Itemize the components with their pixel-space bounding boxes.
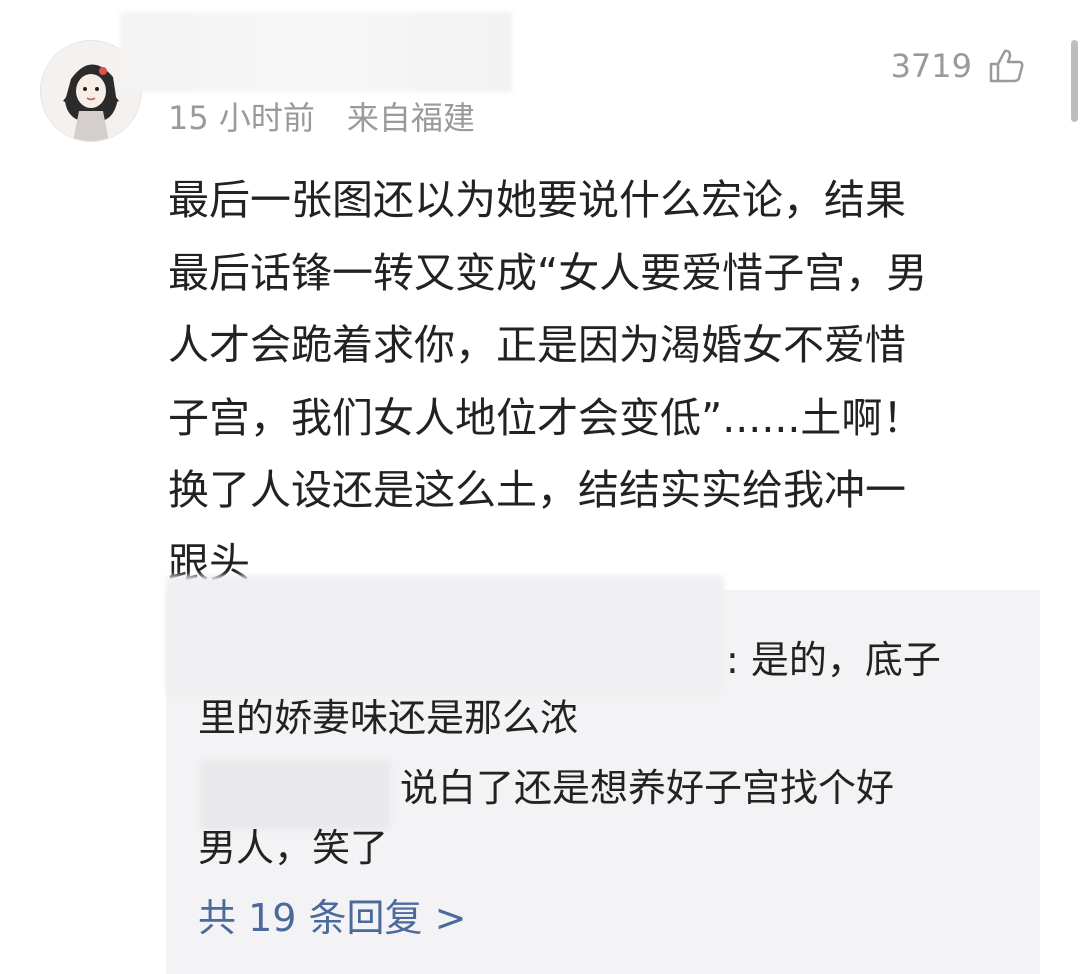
scrollbar[interactable] — [1071, 40, 1078, 122]
location: 来自福建 — [346, 99, 475, 137]
more-replies-link[interactable]: 共 19 条回复 > — [198, 890, 466, 946]
reply-1-line-2: 里的娇妻味还是那么浓 — [198, 696, 579, 740]
username-blurred — [120, 12, 512, 92]
reply-box[interactable]: : 是的，底子 里的娇妻味还是那么浓 说白了还是想养好子宫找个好 男人，笑了 共… — [166, 576, 1040, 974]
comment-meta: 15 小时前 来自福建 — [168, 98, 475, 138]
comment-text: 最后一张图还以为她要说什么宏论，结果 最后话锋一转又变成“女人要爱惜子宫，男 人… — [168, 176, 928, 587]
time-ago: 15 小时前 — [168, 99, 315, 137]
like-button[interactable]: 3719 — [891, 44, 1026, 88]
comment-page: 15 小时前 来自福建 3719 最后一张图还以为她要说什么宏论，结果 最后话锋一… — [0, 0, 1080, 974]
reply-2-line-1: 说白了还是想养好子宫找个好 — [400, 766, 895, 810]
reply-username-blurred — [166, 576, 724, 696]
like-count: 3719 — [890, 47, 972, 85]
reply-1-line-1: : 是的，底子 — [726, 638, 941, 682]
thumbs-up-icon[interactable] — [986, 46, 1026, 86]
reply-2-line-2: 男人，笑了 — [198, 826, 389, 870]
